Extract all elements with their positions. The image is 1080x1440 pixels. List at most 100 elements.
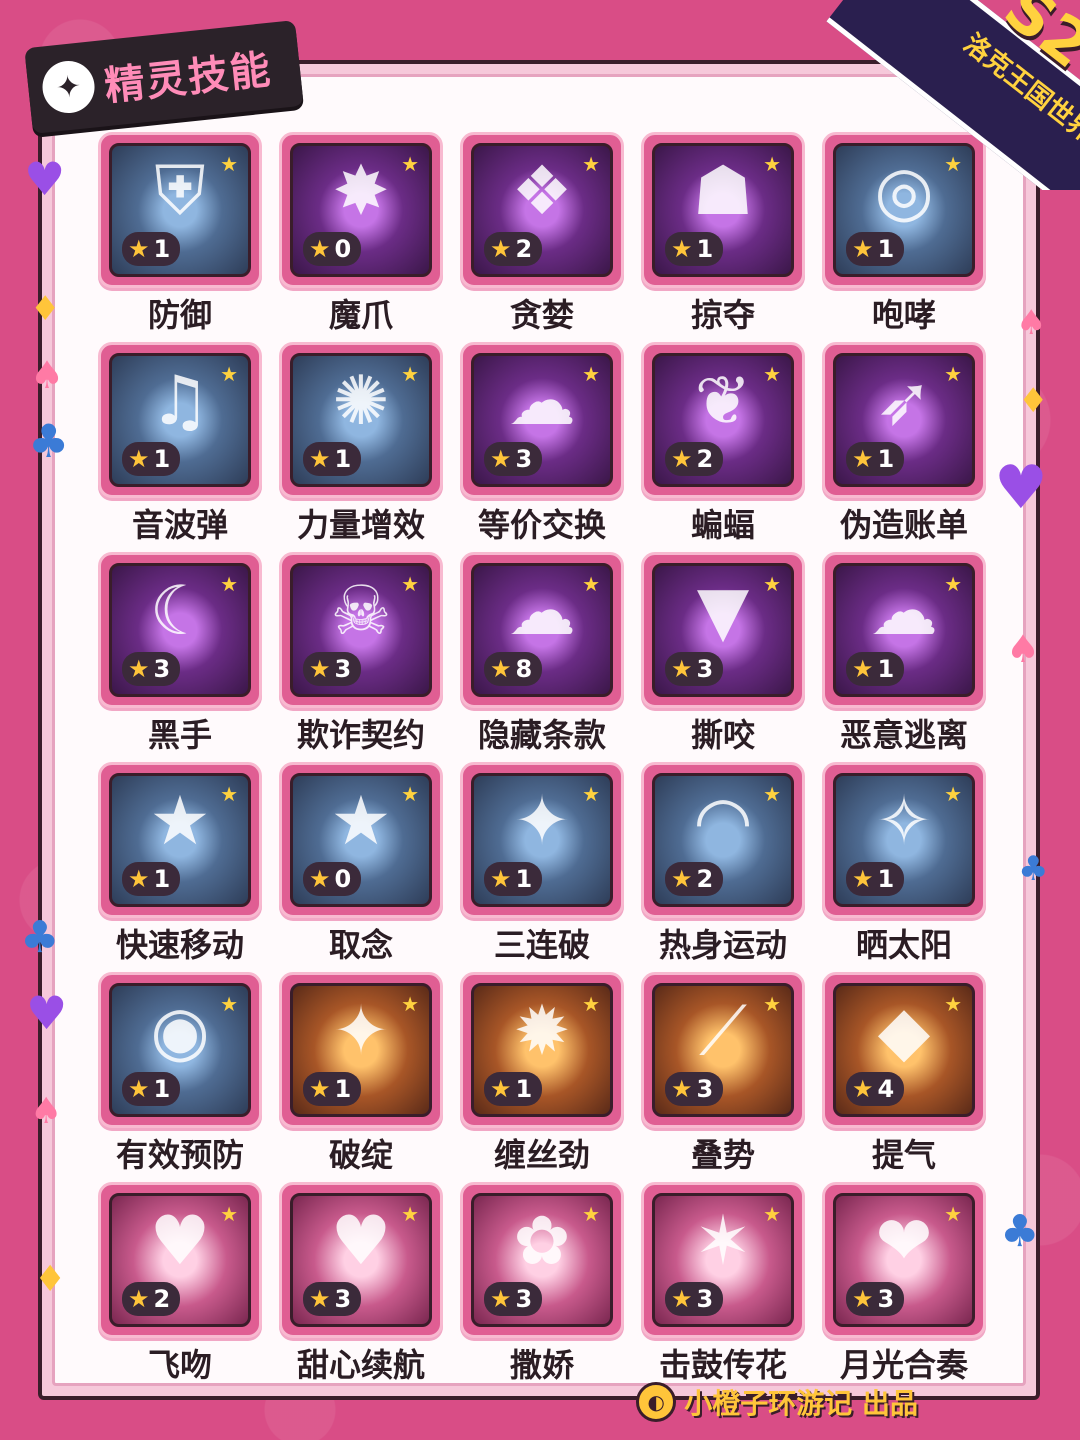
credit-text: 小橙子环游记 出品 xyxy=(684,1387,918,1420)
skill-card[interactable]: ★ ★ ★ 1 xyxy=(98,762,262,918)
skill-art: ✦ ★ ★ 1 xyxy=(471,773,613,907)
skill-card[interactable]: ☁ ★ ★ 1 xyxy=(822,552,986,708)
star-icon: ★ xyxy=(309,865,331,893)
skill-item[interactable]: ☁ ★ ★ 3 等价交换 xyxy=(456,342,628,552)
star-cost: 2 xyxy=(153,1285,171,1313)
skill-card[interactable]: ⛨ ★ ★ 1 xyxy=(98,132,262,288)
skill-card[interactable]: ♫ ★ ★ 1 xyxy=(98,342,262,498)
skill-card[interactable]: ☾ ★ ★ 3 xyxy=(98,552,262,708)
skill-item[interactable]: ☠ ★ ★ 3 欺诈契约 xyxy=(275,552,447,762)
skill-card[interactable]: ❦ ★ ★ 2 xyxy=(641,342,805,498)
skill-name: 叠势 xyxy=(690,1136,755,1174)
sparkle-icon: ★ xyxy=(220,362,238,386)
skill-card[interactable]: ❖ ★ ★ 2 xyxy=(460,132,624,288)
star-cost-badge: ★ 1 xyxy=(846,652,905,686)
skill-art: ★ ★ ★ 0 xyxy=(290,773,432,907)
skill-card[interactable]: ✸ ★ ★ 0 xyxy=(279,132,443,288)
skill-art: ☗ ★ ★ 1 xyxy=(652,143,794,277)
footer-credit: ◐ 小橙子环游记 出品 xyxy=(636,1382,918,1422)
skill-name: 隐藏条款 xyxy=(477,716,606,754)
skill-item[interactable]: ♥ ★ ★ 3 甜心续航 xyxy=(275,1182,447,1392)
skill-item[interactable]: ✹ ★ ★ 1 缠丝劲 xyxy=(456,972,628,1182)
skill-item[interactable]: ◉ ★ ★ 1 有效预防 xyxy=(94,972,266,1182)
skill-card[interactable]: ✺ ★ ★ 1 xyxy=(279,342,443,498)
skill-card[interactable]: ◉ ★ ★ 1 xyxy=(98,972,262,1128)
skill-item[interactable]: ❤ ★ ★ 3 月光合奏 xyxy=(818,1182,990,1392)
skill-art: ♥ ★ ★ 2 xyxy=(109,1193,251,1327)
skill-name: 月光合奏 xyxy=(839,1346,968,1384)
skill-item[interactable]: ◠ ★ ★ 2 热身运动 xyxy=(637,762,809,972)
skill-item[interactable]: ⟋ ★ ★ 3 叠势 xyxy=(637,972,809,1182)
skill-item[interactable]: ♫ ★ ★ 1 音波弹 xyxy=(94,342,266,552)
skill-card[interactable]: ➶ ★ ★ 1 xyxy=(822,342,986,498)
skill-name: 掠夺 xyxy=(690,296,755,334)
skill-card[interactable]: ▼ ★ ★ 3 xyxy=(641,552,805,708)
star-icon: ★ xyxy=(852,865,874,893)
skill-card[interactable]: ✦ ★ ★ 1 xyxy=(279,972,443,1128)
star-cost: 1 xyxy=(877,445,895,473)
skill-art: ➶ ★ ★ 1 xyxy=(833,353,975,487)
skill-name: 伪造账单 xyxy=(839,506,968,544)
star-cost-badge: ★ 1 xyxy=(665,232,724,266)
skill-card[interactable]: ☁ ★ ★ 8 xyxy=(460,552,624,708)
star-icon: ★ xyxy=(309,1285,331,1313)
star-icon: ★ xyxy=(128,1075,150,1103)
skill-item[interactable]: ✦ ★ ★ 1 破绽 xyxy=(275,972,447,1182)
skill-card[interactable]: ⟋ ★ ★ 3 xyxy=(641,972,805,1128)
skill-item[interactable]: ❦ ★ ★ 2 蝙蝠 xyxy=(637,342,809,552)
skill-item[interactable]: ✿ ★ ★ 3 撒娇 xyxy=(456,1182,628,1392)
skill-item[interactable]: ★ ★ ★ 1 快速移动 xyxy=(94,762,266,972)
skill-item[interactable]: ✸ ★ ★ 0 魔爪 xyxy=(275,132,447,342)
star-cost: 3 xyxy=(334,1285,352,1313)
heart-suit-icon: ♥ xyxy=(994,453,1048,523)
skill-card[interactable]: ✦ ★ ★ 1 xyxy=(460,762,624,918)
skill-card[interactable]: ✧ ★ ★ 1 xyxy=(822,762,986,918)
skill-card[interactable]: ✶ ★ ★ 3 xyxy=(641,1182,805,1338)
star-cost-badge: ★ 2 xyxy=(665,862,724,896)
diamond-suit-icon: ♦ xyxy=(34,1259,67,1300)
skill-item[interactable]: ◆ ★ ★ 4 提气 xyxy=(818,972,990,1182)
skill-item[interactable]: ▼ ★ ★ 3 撕咬 xyxy=(637,552,809,762)
star-cost: 3 xyxy=(515,445,533,473)
skill-card[interactable]: ◆ ★ ★ 4 xyxy=(822,972,986,1128)
sparkle-icon: ★ xyxy=(763,362,781,386)
skill-item[interactable]: ✺ ★ ★ 1 力量增效 xyxy=(275,342,447,552)
skill-item[interactable]: ⛨ ★ ★ 1 防御 xyxy=(94,132,266,342)
skill-card[interactable]: ♥ ★ ★ 3 xyxy=(279,1182,443,1338)
skill-card[interactable]: ☠ ★ ★ 3 xyxy=(279,552,443,708)
star-icon: ★ xyxy=(490,1285,512,1313)
skill-item[interactable]: ❖ ★ ★ 2 贪婪 xyxy=(456,132,628,342)
star-cost-badge: ★ 3 xyxy=(303,652,362,686)
star-cost: 2 xyxy=(696,865,714,893)
skill-card[interactable]: ★ ★ ★ 0 xyxy=(279,762,443,918)
skill-item[interactable]: ☗ ★ ★ 1 掠夺 xyxy=(637,132,809,342)
skill-card[interactable]: ☁ ★ ★ 3 xyxy=(460,342,624,498)
star-cost: 3 xyxy=(696,655,714,683)
skill-card[interactable]: ♥ ★ ★ 2 xyxy=(98,1182,262,1338)
skill-item[interactable]: ✶ ★ ★ 3 击鼓传花 xyxy=(637,1182,809,1392)
sparkle-icon: ★ xyxy=(582,1202,600,1226)
sparkle-icon: ★ xyxy=(401,1202,419,1226)
sparkle-icon: ★ xyxy=(763,782,781,806)
skill-card[interactable]: ✿ ★ ★ 3 xyxy=(460,1182,624,1338)
skill-item[interactable]: ✦ ★ ★ 1 三连破 xyxy=(456,762,628,972)
star-cost-badge: ★ 0 xyxy=(303,232,362,266)
skill-art: ✺ ★ ★ 1 xyxy=(290,353,432,487)
skill-card[interactable]: ✹ ★ ★ 1 xyxy=(460,972,624,1128)
star-cost: 3 xyxy=(153,655,171,683)
skill-item[interactable]: ♥ ★ ★ 2 飞吻 xyxy=(94,1182,266,1392)
star-cost-badge: ★ 1 xyxy=(846,232,905,266)
skill-item[interactable]: ☁ ★ ★ 1 恶意逃离 xyxy=(818,552,990,762)
skill-item[interactable]: ★ ★ ★ 0 取念 xyxy=(275,762,447,972)
skill-card[interactable]: ◠ ★ ★ 2 xyxy=(641,762,805,918)
skill-item[interactable]: ➶ ★ ★ 1 伪造账单 xyxy=(818,342,990,552)
star-icon: ★ xyxy=(309,445,331,473)
skill-item[interactable]: ☁ ★ ★ 8 隐藏条款 xyxy=(456,552,628,762)
star-cost: 1 xyxy=(696,235,714,263)
skill-card[interactable]: ❤ ★ ★ 3 xyxy=(822,1182,986,1338)
skill-card[interactable]: ☗ ★ ★ 1 xyxy=(641,132,805,288)
skill-item[interactable]: ✧ ★ ★ 1 晒太阳 xyxy=(818,762,990,972)
skill-item[interactable]: ☾ ★ ★ 3 黑手 xyxy=(94,552,266,762)
star-icon: ★ xyxy=(671,1285,693,1313)
skill-art: ✶ ★ ★ 3 xyxy=(652,1193,794,1327)
